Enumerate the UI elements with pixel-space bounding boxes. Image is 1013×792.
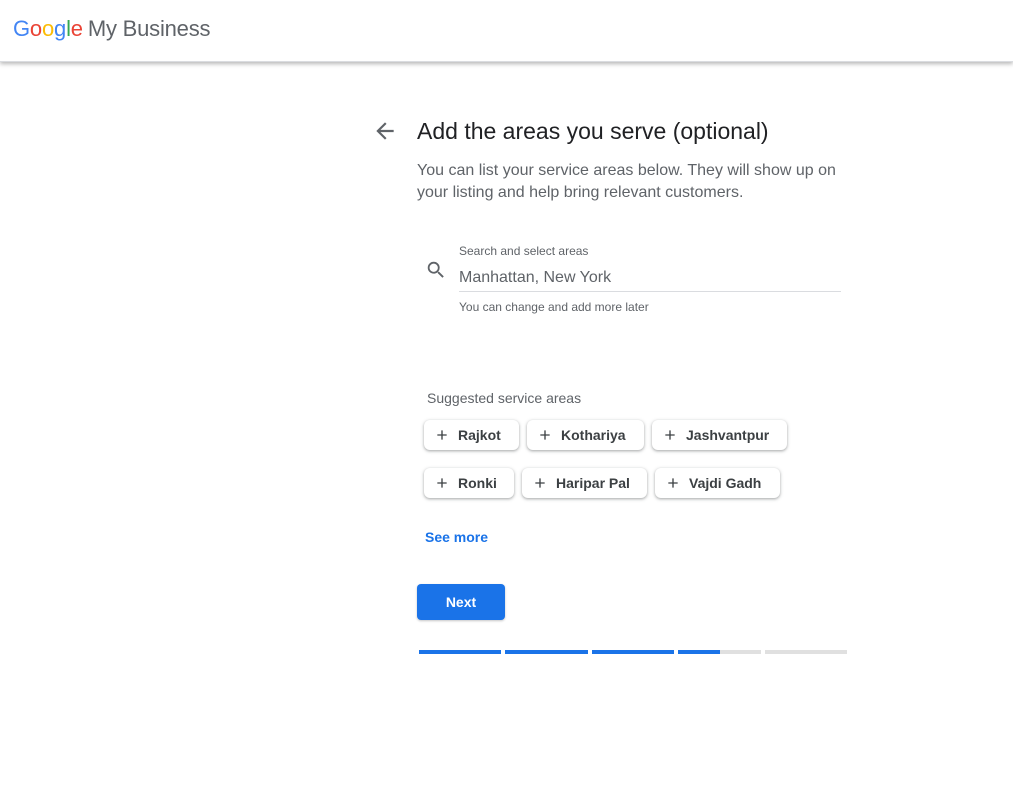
progress-fill	[592, 650, 674, 654]
chip-label: Jashvantpur	[686, 427, 770, 443]
suggestion-chip-jashvantpur[interactable]: Jashvantpur	[652, 420, 787, 450]
progress-segment	[592, 650, 674, 654]
suggestion-chip-haripar-pal[interactable]: Haripar Pal	[522, 468, 647, 498]
chip-label: Rajkot	[458, 427, 501, 443]
search-icon	[425, 259, 447, 281]
google-my-business-logo[interactable]: Google My Business	[13, 16, 211, 42]
plus-icon	[535, 478, 545, 488]
suggestion-chip-kothariya[interactable]: Kothariya	[527, 420, 644, 450]
top-app-bar: Google My Business	[0, 0, 1013, 62]
progress-fill	[505, 650, 588, 654]
back-arrow-icon[interactable]	[372, 118, 398, 144]
progress-segment	[765, 650, 847, 654]
progress-segment	[505, 650, 588, 654]
search-helper-text: You can change and add more later	[459, 300, 649, 314]
suggestion-chip-vajdi-gadh[interactable]: Vajdi Gadh	[655, 468, 780, 498]
page-title: Add the areas you serve (optional)	[417, 118, 769, 144]
logo-letter: o	[29, 16, 42, 41]
see-more-link[interactable]: See more	[425, 529, 488, 545]
logo-letter: o	[41, 16, 55, 41]
logo-letter: G	[13, 16, 30, 41]
page-subtitle: You can list your service areas below. T…	[417, 162, 836, 201]
chip-label: Kothariya	[561, 427, 626, 443]
next-button[interactable]: Next	[417, 584, 505, 620]
chip-label: Vajdi Gadh	[689, 475, 762, 491]
suggestion-chip-ronki[interactable]: Ronki	[424, 468, 514, 498]
progress-segment	[419, 650, 501, 654]
plus-icon	[437, 430, 447, 440]
progress-fill	[419, 650, 501, 654]
plus-icon	[540, 430, 550, 440]
logo-letter: e	[70, 16, 83, 41]
chip-label: Ronki	[458, 475, 497, 491]
progress-segment	[678, 650, 761, 654]
area-search-input[interactable]	[459, 264, 841, 292]
logo-product-name: My Business	[87, 16, 211, 41]
chip-label: Haripar Pal	[556, 475, 630, 491]
suggested-areas-label: Suggested service areas	[427, 390, 582, 406]
search-field-label: Search and select areas	[459, 244, 589, 258]
logo-letter: g	[54, 16, 67, 41]
progress-fill	[678, 650, 720, 654]
plus-icon	[665, 430, 675, 440]
plus-icon	[668, 478, 678, 488]
plus-icon	[437, 478, 447, 488]
suggestion-chip-rajkot[interactable]: Rajkot	[424, 420, 519, 450]
